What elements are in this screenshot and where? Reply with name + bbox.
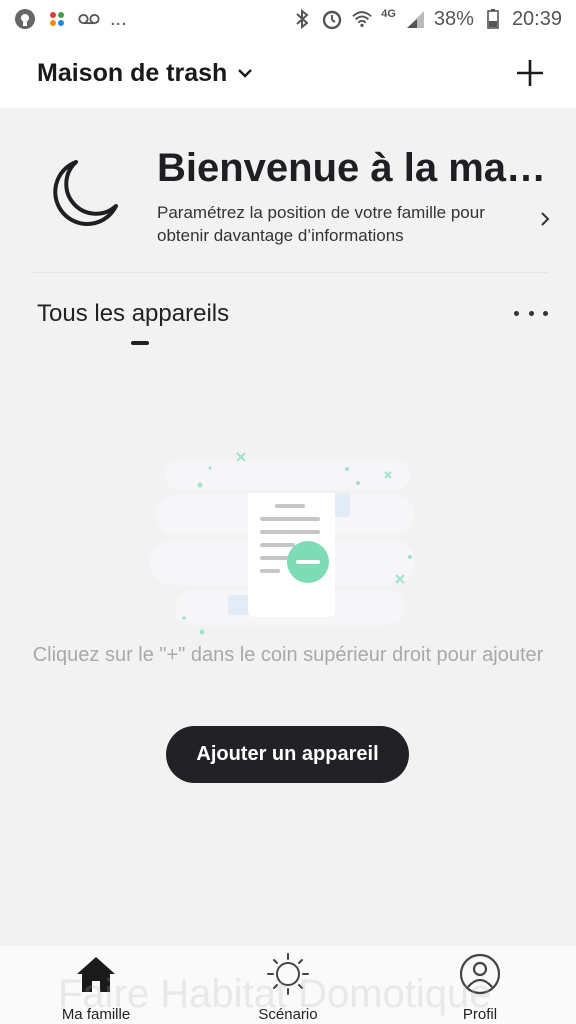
empty-state-message: Cliquez sur le "+" dans le coin supérieu… bbox=[32, 644, 544, 666]
home-selector[interactable]: Maison de trash bbox=[37, 59, 227, 88]
app-header: Maison de trash bbox=[0, 38, 576, 108]
tab-all-devices[interactable]: Tous les appareils bbox=[37, 300, 229, 328]
nav-label: Profil bbox=[462, 1006, 498, 1023]
welcome-card[interactable]: Bienvenue à la mai... Paramétrez la posi… bbox=[0, 130, 576, 255]
assistant-icon bbox=[14, 8, 36, 30]
nav-item-scenario[interactable]: Scénario bbox=[192, 946, 384, 1024]
nav-label: Ma famille bbox=[61, 1006, 131, 1023]
more-dot bbox=[528, 310, 534, 316]
profile-icon bbox=[458, 952, 502, 996]
add-device-button[interactable]: Ajouter un appareil bbox=[166, 726, 409, 783]
network-type: 4G bbox=[381, 8, 396, 20]
alarm-icon bbox=[321, 8, 343, 30]
more-icon[interactable] bbox=[514, 305, 548, 321]
home-icon bbox=[74, 952, 118, 996]
welcome-subtitle: Paramétrez la position de votre famille … bbox=[157, 203, 485, 245]
sun-icon bbox=[266, 952, 310, 996]
chevron-right-icon[interactable] bbox=[538, 210, 552, 228]
plus-icon[interactable] bbox=[514, 57, 546, 89]
status-bar: ... 4G 38% 20:39 bbox=[0, 0, 576, 38]
more-dot bbox=[543, 310, 548, 316]
welcome-title: Bienvenue à la mai... bbox=[157, 146, 547, 190]
battery-percent: 38% bbox=[433, 7, 474, 30]
battery-icon bbox=[482, 8, 504, 30]
more-dot bbox=[514, 310, 519, 316]
chevron-down-icon[interactable] bbox=[237, 65, 253, 81]
status-bar-left: ... bbox=[14, 8, 127, 31]
nav-item-profile[interactable]: Profil bbox=[384, 946, 576, 1024]
nav-label: Scénario bbox=[258, 1006, 318, 1023]
empty-state-illustration bbox=[150, 445, 425, 635]
nav-item-my-family[interactable]: Ma famille bbox=[0, 946, 192, 1024]
moon-icon bbox=[46, 156, 120, 230]
bottom-nav: Ma famille Scénario Profil bbox=[0, 946, 576, 1024]
bluetooth-icon bbox=[291, 8, 313, 30]
status-more: ... bbox=[110, 7, 127, 30]
voicemail-icon bbox=[78, 8, 100, 30]
divider bbox=[30, 272, 548, 273]
status-bar-right: 4G 38% 20:39 bbox=[291, 8, 562, 31]
app-icon bbox=[46, 8, 68, 30]
tab-indicator bbox=[131, 341, 149, 345]
signal-icon bbox=[404, 8, 426, 30]
wifi-icon bbox=[351, 8, 373, 30]
status-time: 20:39 bbox=[511, 7, 562, 30]
